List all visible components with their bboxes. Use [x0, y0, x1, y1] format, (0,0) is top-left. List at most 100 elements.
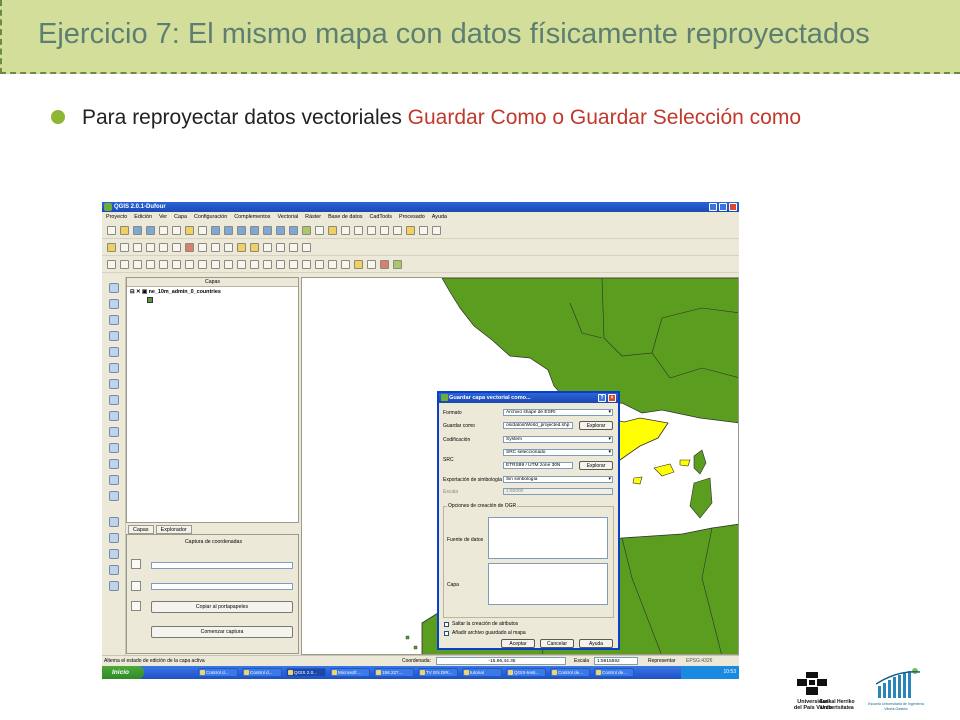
taskbar-item[interactable]: Control de... — [594, 668, 634, 677]
add-wfs-layer-icon[interactable] — [109, 411, 119, 421]
label-move-icon[interactable] — [276, 242, 285, 252]
src-browse-button[interactable]: Explorar — [579, 461, 613, 470]
render-label[interactable]: Representar — [648, 656, 676, 666]
taskbar-item[interactable]: Control de... — [550, 668, 590, 677]
menu-configuracion[interactable]: Configuración — [194, 212, 227, 222]
epsg-label[interactable]: EPSG:4326 — [686, 656, 712, 666]
fill-ring-icon[interactable] — [185, 259, 194, 269]
heatmap-icon[interactable] — [109, 565, 119, 575]
coord-field-1[interactable] — [151, 562, 293, 569]
zoom-last-icon[interactable] — [276, 225, 285, 235]
pan-to-selection-icon[interactable] — [198, 225, 207, 235]
menu-base-de-datos[interactable]: Base de datos — [328, 212, 362, 222]
zoom-full-icon[interactable] — [237, 225, 246, 235]
start-capture-button[interactable]: Comenzar captura — [151, 626, 293, 638]
add-ring-icon[interactable] — [159, 259, 168, 269]
dialog-help-icon[interactable]: ? — [598, 394, 606, 402]
tab-explorador[interactable]: Explorador — [155, 525, 192, 534]
offset-curve-icon[interactable] — [237, 259, 246, 269]
new-project-icon[interactable] — [107, 225, 116, 235]
add-wcs-layer-icon[interactable] — [109, 395, 119, 405]
settings-icon[interactable] — [367, 259, 376, 269]
merge-attributes-icon[interactable] — [289, 259, 298, 269]
maximize-icon[interactable] — [719, 203, 727, 211]
delete-ring-icon[interactable] — [198, 259, 207, 269]
taskbar-item[interactable]: tutorial — [462, 668, 502, 677]
add-oracle-layer-icon[interactable] — [109, 363, 119, 373]
layer-item[interactable]: ⊟ ✕ ▣ ne_10m_admin_0_countries — [130, 289, 221, 295]
copy-icon[interactable] — [131, 601, 141, 611]
new-gpx-icon[interactable] — [109, 491, 119, 501]
simplify-icon[interactable] — [146, 259, 155, 269]
rotate-symbols-icon[interactable] — [302, 259, 311, 269]
toggle-editing-icon[interactable] — [107, 242, 116, 252]
zoom-out-icon[interactable] — [224, 225, 233, 235]
menu-ayuda[interactable]: Ayuda — [432, 212, 447, 222]
help-button[interactable]: Ayuda — [579, 639, 613, 648]
label-rotate-icon[interactable] — [289, 242, 298, 252]
new-spatialite-icon[interactable] — [109, 475, 119, 485]
format-select[interactable]: Archivo shape de ESRI — [503, 409, 613, 416]
crs-select-icon[interactable] — [131, 559, 141, 569]
add-wms-layer-icon[interactable] — [109, 379, 119, 389]
src-input[interactable]: ETRS89 / UTM zone 30N — [503, 462, 573, 469]
current-edits-icon[interactable] — [120, 242, 129, 252]
refresh-icon[interactable] — [302, 225, 311, 235]
zoom-next-icon[interactable] — [289, 225, 298, 235]
skip-attributes-checkbox[interactable] — [444, 622, 449, 627]
add-mssql-layer-icon[interactable] — [109, 347, 119, 357]
add-part-icon[interactable] — [172, 259, 181, 269]
add-feature-icon[interactable] — [146, 242, 155, 252]
merge-selected-icon[interactable] — [276, 259, 285, 269]
menu-raster[interactable]: Ráster — [305, 212, 321, 222]
map-tips-icon[interactable] — [393, 225, 402, 235]
add-to-map-checkbox[interactable] — [444, 631, 449, 636]
label-change-icon[interactable] — [302, 242, 311, 252]
georeferencer-icon[interactable] — [109, 533, 119, 543]
delete-part-icon[interactable] — [211, 259, 220, 269]
copy-clipboard-button[interactable]: Copiar al portapapeles — [151, 601, 293, 613]
snap-icon[interactable] — [328, 259, 337, 269]
encoding-select[interactable]: System — [503, 436, 613, 443]
stop-icon[interactable] — [380, 259, 389, 269]
coord-field-2[interactable] — [151, 583, 293, 590]
save-edits-icon[interactable] — [133, 242, 142, 252]
dialog-close-icon[interactable]: × — [608, 394, 616, 402]
split-parts-icon[interactable] — [263, 259, 272, 269]
zoom-in-icon[interactable] — [211, 225, 220, 235]
reshape-icon[interactable] — [224, 259, 233, 269]
measure-icon[interactable] — [380, 225, 389, 235]
rotate-icon[interactable] — [133, 259, 142, 269]
taskbar-item[interactable]: Control d... — [242, 668, 282, 677]
open-project-icon[interactable] — [120, 225, 129, 235]
delete-selected-icon[interactable] — [185, 242, 194, 252]
tab-capas[interactable]: Capas — [128, 525, 154, 534]
cut-features-icon[interactable] — [198, 242, 207, 252]
new-shapefile-icon[interactable] — [109, 459, 119, 469]
menu-ver[interactable]: Ver — [159, 212, 167, 222]
add-vector-layer-icon[interactable] — [109, 283, 119, 293]
minimize-icon[interactable] — [709, 203, 717, 211]
label-pin-icon[interactable] — [250, 242, 259, 252]
taskbar-item[interactable]: QGIS 2.0... — [286, 668, 326, 677]
gps-icon[interactable] — [109, 549, 119, 559]
redo-icon[interactable] — [120, 259, 129, 269]
grid-crs-icon[interactable] — [131, 581, 141, 591]
layer-textarea[interactable] — [488, 563, 608, 605]
copy-features-icon[interactable] — [211, 242, 220, 252]
field-calculator-icon[interactable] — [367, 225, 376, 235]
help-icon[interactable] — [432, 225, 441, 235]
identify-icon[interactable] — [315, 225, 324, 235]
menu-vectorial[interactable]: Vectorial — [277, 212, 298, 222]
symbology-select[interactable]: Sin simbología — [503, 476, 613, 483]
taskbar-item[interactable]: QGIS-testi... — [506, 668, 546, 677]
label-show-icon[interactable] — [263, 242, 272, 252]
taskbar-item[interactable]: Microsoft ... — [330, 668, 370, 677]
attribute-table-icon[interactable] — [354, 225, 363, 235]
accept-button[interactable]: Aceptar — [501, 639, 535, 648]
bookmark-icon[interactable] — [406, 225, 415, 235]
scale-status-value[interactable]: 1:5915592 — [594, 657, 638, 665]
coord-value[interactable]: -15.96,44.35 — [436, 657, 566, 665]
datasource-textarea[interactable] — [488, 517, 608, 559]
add-delimited-text-icon[interactable] — [109, 427, 119, 437]
